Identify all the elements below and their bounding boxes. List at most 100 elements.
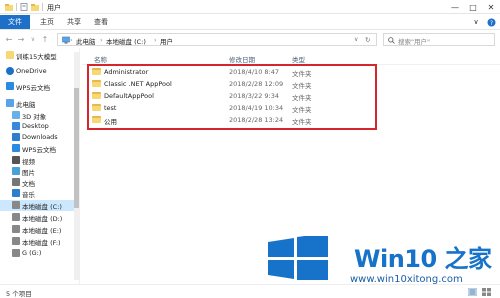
chevron-down-icon: ∨	[30, 35, 36, 43]
scrollbar[interactable]	[74, 52, 79, 280]
nav-item[interactable]: 训练15大模型	[0, 50, 78, 61]
nav-item-label: 本地磁盘 (F:)	[22, 239, 61, 247]
nav-item-label: 训练15大模型	[16, 53, 57, 61]
nav-item-label: 图片	[22, 169, 35, 177]
nav-item-label: 文档	[22, 180, 35, 188]
chevron-down-icon: ∨	[473, 18, 479, 26]
nav-item[interactable]: 本地磁盘 (E:)	[0, 224, 78, 235]
help-button[interactable]: ?	[482, 15, 500, 29]
nav-item[interactable]: 音乐	[0, 188, 78, 199]
arrow-right-icon: →	[17, 34, 25, 44]
scrollbar-thumb[interactable]	[74, 88, 79, 208]
picture-icon	[12, 167, 20, 175]
nav-item-label: Desktop	[22, 122, 49, 130]
wps-cloud-icon	[6, 82, 14, 90]
svg-text:?: ?	[489, 20, 492, 27]
wps-cloud-icon	[12, 144, 20, 152]
nav-item[interactable]: WPS云文档	[0, 143, 78, 154]
nav-item[interactable]: OneDrive	[0, 66, 78, 77]
drive-icon	[12, 237, 20, 245]
nav-item-label: 视频	[22, 158, 35, 166]
recent-locations-button[interactable]: ∨	[28, 33, 38, 45]
back-button[interactable]: ←	[4, 33, 14, 45]
refresh-icon[interactable]: ↻	[365, 36, 370, 44]
close-button[interactable]: ✕	[482, 0, 500, 14]
arrow-left-icon: ←	[5, 34, 13, 44]
nav-item-label: 此电脑	[16, 101, 36, 109]
watermark-url: www.win10xitong.com	[350, 274, 463, 285]
breadcrumb-separator: ›	[70, 36, 73, 44]
tab-file[interactable]: 文件	[0, 15, 30, 29]
search-box[interactable]: 搜索"用户"	[383, 33, 495, 46]
minimize-button[interactable]: —	[446, 0, 464, 14]
folder-icon	[5, 4, 13, 11]
nav-item-label: 本地磁盘 (E:)	[22, 227, 62, 235]
nav-item-label: 3D 对象	[22, 113, 47, 121]
nav-item[interactable]: 3D 对象	[0, 110, 78, 121]
search-icon	[388, 37, 395, 44]
minimize-icon: —	[451, 2, 459, 12]
arrow-up-icon: ↑	[41, 34, 49, 44]
nav-item[interactable]: G (G:)	[0, 248, 78, 259]
item-count: 5 个项目	[6, 290, 32, 298]
nav-item-label: 本地磁盘 (D:)	[22, 215, 63, 223]
navigation-pane: 训练15大模型 OneDrive WPS云文档 此电脑 3D 对象 Desktop Down…	[0, 48, 80, 284]
tab-view[interactable]: 查看	[94, 15, 108, 29]
nav-item[interactable]: 本地磁盘 (C:)	[0, 200, 78, 211]
nav-item-label: WPS云文档	[22, 146, 56, 154]
tab-share[interactable]: 共享	[67, 15, 81, 29]
chevron-down-icon[interactable]: ∨	[354, 36, 358, 43]
breadcrumb-separator: ›	[154, 36, 157, 44]
nav-item[interactable]: 视频	[0, 155, 78, 166]
properties-icon[interactable]	[20, 3, 28, 11]
nav-item[interactable]: 图片	[0, 166, 78, 177]
nav-item[interactable]: WPS云文档	[0, 81, 78, 92]
close-icon: ✕	[487, 2, 495, 12]
breadcrumb-drive-c[interactable]: 本地磁盘 (C:)	[106, 36, 146, 46]
nav-item[interactable]: 文档	[0, 177, 78, 188]
nav-item[interactable]: 本地磁盘 (F:)	[0, 236, 78, 247]
forward-button[interactable]: →	[16, 33, 26, 45]
music-icon	[12, 189, 20, 197]
nav-item-label: Downloads	[22, 133, 58, 141]
nav-item[interactable]: 本地磁盘 (D:)	[0, 212, 78, 223]
drive-icon	[12, 225, 20, 233]
divider	[16, 3, 17, 11]
nav-item-label: OneDrive	[16, 67, 47, 75]
video-icon	[12, 156, 20, 164]
watermark: Win10 之家 www.win10xitong.com	[264, 228, 500, 298]
download-icon	[12, 133, 20, 141]
address-bar[interactable]: › 此电脑 › 本地磁盘 (C:) › 用户 ∨ ↻	[57, 33, 377, 46]
computer-icon	[6, 99, 14, 107]
nav-item-label: WPS云文档	[16, 84, 50, 92]
highlight-box	[87, 64, 377, 130]
watermark-brand: Win10 之家	[354, 245, 492, 273]
title-bar: 用户 — □ ✕	[0, 0, 500, 14]
column-header-date[interactable]: 修改日期	[229, 54, 255, 64]
nav-item[interactable]: 此电脑	[0, 98, 78, 109]
nav-item[interactable]: Downloads	[0, 132, 78, 143]
cloud-icon	[6, 67, 14, 75]
search-placeholder: 搜索"用户"	[398, 38, 430, 46]
folder-icon	[6, 51, 14, 59]
window-title: 用户	[47, 4, 61, 12]
new-folder-icon[interactable]	[31, 3, 39, 11]
nav-item-label: 音乐	[22, 191, 35, 199]
ribbon: 文件 主页 共享 查看 ∨ ?	[0, 14, 500, 30]
tab-home[interactable]: 主页	[40, 15, 54, 29]
column-header-type[interactable]: 类型	[292, 54, 305, 64]
drive-icon	[12, 213, 20, 221]
document-icon	[12, 178, 20, 186]
nav-item[interactable]: Desktop	[0, 121, 78, 132]
drive-icon	[12, 201, 20, 209]
breadcrumb-users[interactable]: 用户	[160, 36, 173, 46]
maximize-button[interactable]: □	[464, 0, 482, 14]
drive-icon	[12, 249, 20, 257]
address-row: ← → ∨ ↑ › 此电脑 › 本地磁盘 (C:) › 用户 ∨ ↻ 搜索"用户…	[0, 30, 500, 48]
windows-logo	[268, 236, 328, 280]
up-button[interactable]: ↑	[40, 33, 50, 45]
maximize-icon: □	[469, 2, 477, 12]
breadcrumb-this-pc[interactable]: 此电脑	[76, 36, 96, 46]
column-header-name[interactable]: 名称	[94, 54, 107, 64]
nav-item-label: G (G:)	[22, 249, 42, 257]
